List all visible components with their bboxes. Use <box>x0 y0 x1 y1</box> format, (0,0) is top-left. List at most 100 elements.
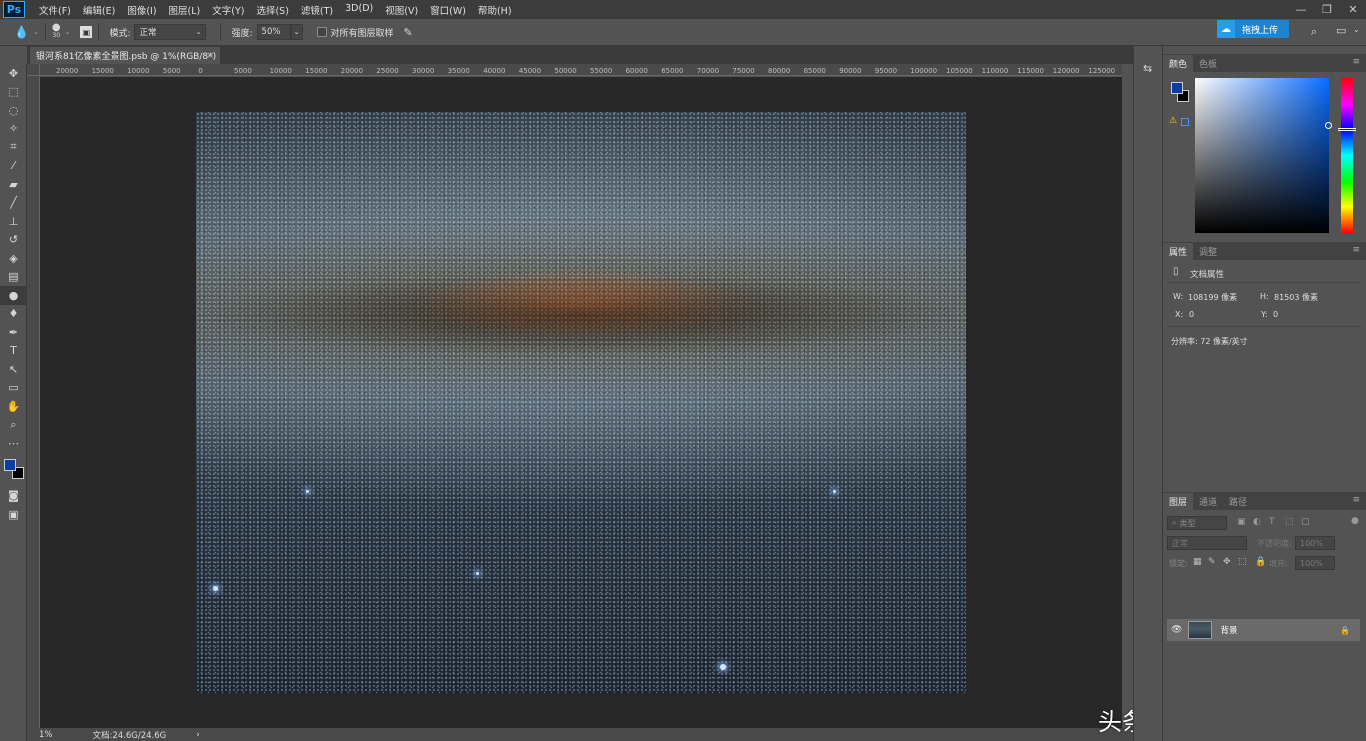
x-label: X: <box>1175 310 1184 319</box>
chevron-down-icon[interactable]: ⌄ <box>33 28 39 36</box>
filter-toggle-icon[interactable]: ● <box>1351 516 1359 526</box>
more-tools-icon[interactable]: ⋯ <box>0 434 27 453</box>
tab-color[interactable]: 颜色 <box>1163 55 1194 72</box>
mode-select[interactable]: 正常 ⌄ <box>134 24 207 40</box>
filter-adjustment-icon[interactable]: ◐ <box>1253 517 1261 527</box>
move-tool-icon[interactable]: ✥ <box>0 64 27 83</box>
menu-help[interactable]: 帮助(H) <box>472 3 518 17</box>
lock-artboard-icon[interactable]: ⬚ <box>1238 557 1247 567</box>
layer-thumbnail <box>1188 621 1213 639</box>
tab-properties[interactable]: 属性 <box>1163 243 1194 260</box>
tab-channels[interactable]: 通道 <box>1193 493 1223 510</box>
panel-menu-icon[interactable]: ≡ <box>1352 245 1360 255</box>
magic-wand-tool-icon[interactable]: ✧ <box>0 120 27 139</box>
clone-stamp-tool-icon[interactable]: ⊥ <box>0 212 27 231</box>
panel-menu-icon[interactable]: ≡ <box>1352 495 1360 505</box>
blur-tool-icon[interactable]: 💧 <box>14 25 29 39</box>
lock-position-icon[interactable]: ✥ <box>1223 557 1231 567</box>
menu-window[interactable]: 窗口(W) <box>424 3 472 17</box>
history-panel-icon[interactable]: ⇆ <box>1143 62 1152 75</box>
panel-menu-icon[interactable]: ≡ <box>1352 57 1360 67</box>
menu-view[interactable]: 视图(V) <box>379 3 424 17</box>
gradient-tool-icon[interactable]: ▤ <box>0 268 27 287</box>
filter-smart-object-icon[interactable]: ▢ <box>1301 517 1310 527</box>
screen-mode-icon[interactable]: ▣ <box>0 505 27 524</box>
menu-file[interactable]: 文件(F) <box>33 3 77 17</box>
hue-slider[interactable] <box>1338 78 1356 233</box>
menu-type[interactable]: 文字(Y) <box>206 3 250 17</box>
minimize-button[interactable]: — <box>1288 0 1314 19</box>
workspace-icon[interactable]: ▭ <box>1336 24 1346 37</box>
dodge-tool-icon[interactable]: ♦ <box>0 305 27 324</box>
pressure-icon[interactable]: ✎ <box>404 26 413 39</box>
strength-input[interactable]: 50% <box>256 24 291 40</box>
menu-edit[interactable]: 编辑(E) <box>77 3 121 17</box>
chevron-down-icon[interactable]: ⌄ <box>1353 25 1360 34</box>
brush-preset-picker[interactable]: ● 30 <box>52 23 61 40</box>
filter-type-icon[interactable]: T <box>1269 517 1275 527</box>
milky-way-image[interactable] <box>196 112 966 693</box>
brush-tool-icon[interactable]: ╱ <box>0 194 27 213</box>
canvas-area[interactable] <box>40 77 1122 728</box>
fill-input[interactable]: 100% <box>1295 556 1335 570</box>
foreground-color-swatch[interactable] <box>4 458 16 471</box>
ruler-tick-label: 75000 <box>732 67 755 75</box>
visibility-eye-icon[interactable]: 👁 <box>1171 625 1182 635</box>
eyedropper-tool-icon[interactable]: ⁄ <box>0 157 27 176</box>
quick-mask-icon[interactable]: ◙ <box>0 487 27 506</box>
foreground-color-swatch[interactable] <box>1171 82 1183 94</box>
type-tool-icon[interactable]: T <box>0 342 27 361</box>
status-menu-arrow[interactable]: › <box>196 730 199 740</box>
menu-filter[interactable]: 滤镜(T) <box>295 3 339 17</box>
tab-swatches[interactable]: 色板 <box>1193 55 1223 72</box>
layer-name[interactable]: 背景 <box>1220 624 1237 636</box>
tab-layers[interactable]: 图层 <box>1163 493 1194 510</box>
filter-pixel-icon[interactable]: ▣ <box>1237 517 1246 527</box>
hue-slider-handle[interactable] <box>1338 128 1356 131</box>
lock-pixels-icon[interactable]: ✎ <box>1208 557 1216 567</box>
brush-panel-icon[interactable]: ▣ <box>80 26 93 38</box>
rectangle-tool-icon[interactable]: ▭ <box>0 379 27 398</box>
lasso-tool-icon[interactable]: ◌ <box>0 101 27 120</box>
lock-transparent-icon[interactable]: ▦ <box>1193 557 1202 567</box>
search-icon[interactable]: ⌕ <box>1311 25 1317 39</box>
menu-3d[interactable]: 3D(D) <box>339 3 379 17</box>
healing-brush-tool-icon[interactable]: ▰ <box>0 175 27 194</box>
ruler-tick-label: 120000 <box>1052 67 1080 75</box>
zoom-level[interactable]: 1% <box>39 730 53 740</box>
blur-tool-icon[interactable]: ● <box>0 286 27 305</box>
filter-shape-icon[interactable]: ⬚ <box>1285 517 1294 527</box>
ruler-tick-label: 105000 <box>946 67 973 75</box>
tab-adjustments[interactable]: 调整 <box>1193 243 1223 260</box>
sample-all-layers-checkbox[interactable] <box>316 27 327 37</box>
crop-tool-icon[interactable]: ⌗ <box>0 138 27 157</box>
menu-layer[interactable]: 图层(L) <box>163 3 207 17</box>
layer-row[interactable]: 👁 背景 🔒 <box>1167 619 1360 641</box>
y-value: 0 <box>1273 310 1279 319</box>
lock-all-icon[interactable]: 🔒 <box>1255 557 1266 567</box>
path-selection-tool-icon[interactable]: ↖ <box>0 360 27 379</box>
ruler-tick-label: 40000 <box>483 67 506 75</box>
chevron-down-icon[interactable]: ⌄ <box>65 28 71 36</box>
ruler-tick-label: 25000 <box>376 67 399 75</box>
restore-button[interactable]: ❐ <box>1314 0 1340 19</box>
opacity-input[interactable]: 100% <box>1295 536 1335 550</box>
layer-filter-select[interactable]: ⌕ 类型 <box>1167 516 1227 530</box>
strength-dropdown[interactable]: ⌄ <box>290 24 303 40</box>
history-brush-tool-icon[interactable]: ↺ <box>0 231 27 250</box>
color-picker-cursor[interactable] <box>1325 122 1332 129</box>
blend-mode-select[interactable]: 正常 <box>1167 536 1247 550</box>
document-tab[interactable]: 银河系81亿像素全景图.psb @ 1%(RGB/8*) × <box>30 47 220 64</box>
menu-image[interactable]: 图像(I) <box>121 3 162 17</box>
marquee-tool-icon[interactable]: ⬚ <box>0 83 27 102</box>
tab-paths[interactable]: 路径 <box>1223 493 1253 510</box>
pen-tool-icon[interactable]: ✒ <box>0 323 27 342</box>
color-picker-field[interactable] <box>1195 78 1332 233</box>
menu-select[interactable]: 选择(S) <box>250 3 294 17</box>
cloud-upload-button[interactable]: ☁ 拖拽上传 <box>1217 20 1289 38</box>
close-button[interactable]: ✕ <box>1340 0 1366 19</box>
hand-tool-icon[interactable]: ✋ <box>0 397 27 416</box>
close-tab-icon[interactable]: × <box>206 51 214 61</box>
eraser-tool-icon[interactable]: ◈ <box>0 249 27 268</box>
zoom-tool-icon[interactable]: ⌕ <box>0 416 27 435</box>
